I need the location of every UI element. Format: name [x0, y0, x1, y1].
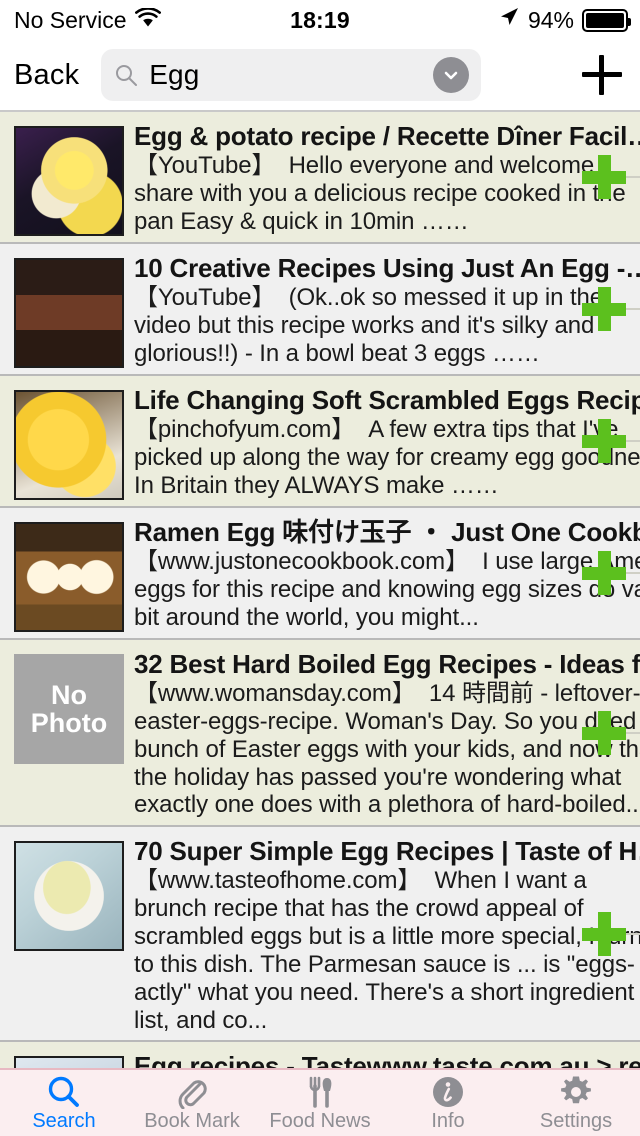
result-row[interactable]: Ramen Egg 味付け玉子 ・ Just One Cookboo…【www.…	[0, 508, 640, 640]
tab-label: Search	[32, 1110, 96, 1132]
add-to-bookmark-button[interactable]	[582, 551, 640, 595]
result-text-block: Egg recipes - Tastewww.taste.com.au > re…	[124, 1052, 640, 1068]
result-text-block: 10 Creative Recipes Using Just An Egg -……	[124, 254, 640, 368]
result-row[interactable]: Egg & potato recipe / Recette Dîner Faci…	[0, 112, 640, 244]
result-title[interactable]: Life Changing Soft Scrambled Eggs Recip…	[134, 386, 640, 415]
result-row[interactable]: 70 Super Simple Egg Recipes | Taste of H…	[0, 827, 640, 1043]
result-source: 【YouTube】	[134, 152, 276, 180]
result-source: 【pinchofyum.com】	[134, 416, 356, 444]
search-icon	[115, 64, 138, 86]
result-row[interactable]: No Photo 32 Best Hard Boiled Egg Recipes -…	[0, 640, 640, 828]
search-bar[interactable]: Egg	[101, 49, 482, 101]
result-text-block: Life Changing Soft Scrambled Eggs Recip……	[124, 386, 640, 500]
result-row[interactable]: Life Changing Soft Scrambled Eggs Recip……	[0, 376, 640, 508]
info-icon	[431, 1075, 465, 1109]
creative-egg-recipes-thumbnail	[14, 258, 124, 368]
add-to-bookmark-button[interactable]	[582, 155, 640, 199]
tab-info[interactable]: Info	[384, 1070, 512, 1136]
add-to-bookmark-button[interactable]	[582, 710, 640, 755]
result-snippet: 【www.tasteofhome.com】 When I want a brun…	[134, 867, 640, 1034]
plus-tail-line	[626, 176, 640, 178]
search-input[interactable]: Egg	[149, 59, 199, 91]
result-snippet: 【www.womansday.com】 14 時間前 - leftover-ea…	[134, 680, 640, 819]
tab-search[interactable]: Search	[0, 1070, 128, 1136]
add-to-bookmark-button[interactable]	[582, 287, 640, 331]
plus-tail-line	[626, 572, 640, 574]
result-snippet: 【www.justonecookbook.com】 I use large Am…	[134, 548, 640, 631]
app-root: No Service 18:19 94% Back Egg Egg & pota…	[0, 0, 640, 1136]
status-bar: No Service 18:19 94%	[0, 0, 640, 40]
result-text-block: 32 Best Hard Boiled Egg Recipes - Ideas …	[124, 650, 640, 819]
ramen-egg-thumbnail	[14, 522, 124, 632]
battery-full-icon	[582, 8, 631, 32]
egg-potato-thumbnail	[14, 126, 124, 236]
result-source: 【www.womansday.com】	[134, 680, 416, 708]
result-source: 【www.justonecookbook.com】	[134, 548, 469, 576]
result-title[interactable]: Egg & potato recipe / Recette Dîner Faci…	[134, 122, 640, 151]
search-results-list[interactable]: Egg & potato recipe / Recette Dîner Faci…	[0, 112, 640, 1068]
gear-icon	[559, 1075, 593, 1109]
plus-tail-line	[626, 731, 640, 734]
add-to-bookmark-button[interactable]	[582, 911, 640, 956]
plus-tail-line	[626, 932, 640, 935]
plus-tail-line	[626, 440, 640, 442]
result-title[interactable]: Egg recipes - Tastewww.taste.com.au > re…	[134, 1052, 640, 1068]
result-row[interactable]: Egg recipes - Tastewww.taste.com.au > re…	[0, 1042, 640, 1068]
search-icon	[47, 1075, 81, 1109]
result-title[interactable]: Ramen Egg 味付け玉子 ・ Just One Cookboo…	[134, 518, 640, 547]
paperclip-icon	[175, 1075, 209, 1109]
no-photo-line-1: No	[51, 679, 87, 710]
tab-settings[interactable]: Settings	[512, 1070, 640, 1136]
tab-label: Food News	[269, 1110, 371, 1132]
super-simple-egg-recipes-thumbnail	[14, 841, 124, 952]
add-button[interactable]	[582, 55, 622, 95]
tab-label: Settings	[539, 1110, 613, 1132]
cutlery-icon	[303, 1075, 337, 1109]
chevron-down-icon[interactable]	[433, 57, 470, 93]
soft-scrambled-eggs-thumbnail	[14, 390, 124, 500]
plus-tail-line	[626, 308, 640, 310]
result-source: 【www.tasteofhome.com】	[134, 867, 422, 895]
result-title[interactable]: 70 Super Simple Egg Recipes | Taste of H…	[134, 837, 640, 866]
result-text-block: 70 Super Simple Egg Recipes | Taste of H…	[124, 837, 640, 1034]
status-bar-right: 94%	[498, 6, 631, 34]
tab-book-mark[interactable]: Book Mark	[128, 1070, 256, 1136]
tab-label: Info	[431, 1110, 465, 1132]
taste-egg-recipes-thumbnail	[14, 1056, 124, 1068]
search-header: Back Egg	[0, 40, 640, 110]
no-photo-placeholder: No Photo	[14, 654, 124, 764]
result-row[interactable]: 10 Creative Recipes Using Just An Egg -……	[0, 244, 640, 376]
tab-label: Book Mark	[144, 1110, 240, 1132]
result-snippet: 【YouTube】 (Ok..ok so messed it up in the…	[134, 284, 640, 367]
tab-food-news[interactable]: Food News	[256, 1070, 384, 1136]
no-photo-line-2: Photo	[30, 708, 108, 738]
add-to-bookmark-button[interactable]	[582, 419, 640, 463]
result-title[interactable]: 10 Creative Recipes Using Just An Egg -…	[134, 254, 640, 283]
tab-bar: Search Book Mark Food News Info Settings	[0, 1068, 640, 1136]
result-source: 【YouTube】	[134, 284, 276, 312]
result-title[interactable]: 32 Best Hard Boiled Egg Recipes - Ideas …	[134, 650, 640, 679]
result-text-block: Egg & potato recipe / Recette Dîner Faci…	[124, 122, 640, 236]
result-snippet: 【YouTube】 Hello everyone and welcome I s…	[134, 152, 640, 235]
location-arrow-icon	[498, 6, 520, 34]
battery-percent-label: 94%	[527, 6, 574, 33]
result-text-block: Ramen Egg 味付け玉子 ・ Just One Cookboo…【www.…	[124, 518, 640, 632]
back-button[interactable]: Back	[14, 59, 79, 92]
result-snippet: 【pinchofyum.com】 A few extra tips that I…	[134, 416, 640, 499]
